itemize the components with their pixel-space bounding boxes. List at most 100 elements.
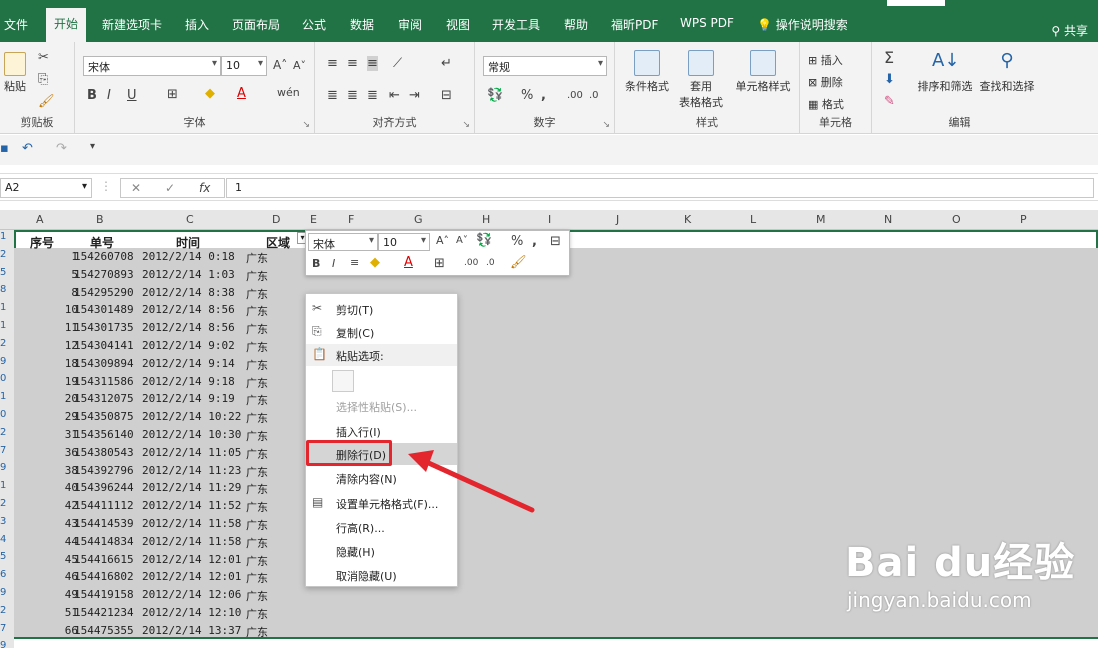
cell-order-no[interactable]: 154312075 bbox=[74, 392, 134, 405]
cell-region[interactable]: 广东 bbox=[246, 339, 268, 355]
underline-icon[interactable]: U bbox=[127, 88, 137, 103]
cell-region[interactable]: 广东 bbox=[246, 410, 268, 426]
row-header[interactable]: 3 bbox=[0, 516, 14, 527]
column-header-j[interactable]: J bbox=[616, 213, 619, 226]
sort-filter-button[interactable]: A↓ 排序和筛选 bbox=[916, 50, 974, 94]
cell-time[interactable]: 2012/2/14 8:56 bbox=[142, 321, 235, 334]
mini-font-select[interactable]: 宋体 ▾ bbox=[308, 233, 378, 251]
formula-input[interactable]: 1 bbox=[226, 178, 1094, 198]
name-box[interactable]: A2 ▾ bbox=[0, 178, 92, 198]
bold-icon[interactable]: B bbox=[312, 257, 320, 270]
cell-order-no[interactable]: 154411112 bbox=[74, 499, 134, 512]
border-icon[interactable]: ⊞ bbox=[167, 87, 178, 102]
row-header[interactable]: 9 bbox=[0, 356, 14, 367]
tab-file[interactable]: 文件 bbox=[4, 16, 28, 33]
cell-seq[interactable]: 38 bbox=[34, 464, 78, 477]
decrease-indent-icon[interactable]: ⇤ bbox=[389, 88, 400, 103]
cell-seq[interactable]: 40 bbox=[34, 481, 78, 494]
cell-time[interactable]: 2012/2/14 10:30 bbox=[142, 428, 241, 441]
customize-qat-icon[interactable]: ▾ bbox=[90, 141, 95, 152]
tab-home[interactable]: 开始 bbox=[46, 8, 87, 42]
format-painter-icon[interactable]: 🖌 bbox=[510, 255, 527, 270]
cell-region[interactable]: 广东 bbox=[246, 570, 268, 586]
fill-icon[interactable]: ⬇ bbox=[884, 72, 895, 87]
clear-icon[interactable]: ✎ bbox=[884, 94, 895, 109]
tell-me-search[interactable]: 💡 操作说明搜索 bbox=[757, 16, 848, 33]
menu-item-insert-row[interactable]: 插入行(I) bbox=[306, 420, 457, 442]
format-as-table-button[interactable]: 套用 表格格式 bbox=[673, 50, 729, 110]
column-header-c[interactable]: C bbox=[186, 213, 194, 226]
cell-region[interactable]: 广东 bbox=[246, 499, 268, 515]
cell-region[interactable]: 广东 bbox=[246, 535, 268, 551]
cell-time[interactable]: 2012/2/14 11:58 bbox=[142, 517, 241, 530]
cell-time[interactable]: 2012/2/14 9:19 bbox=[142, 392, 235, 405]
cell-time[interactable]: 2012/2/14 0:18 bbox=[142, 250, 235, 263]
dialog-launcher-icon[interactable]: ↘ bbox=[462, 120, 470, 130]
format-painter-icon[interactable]: 🖌 bbox=[38, 94, 55, 109]
align-bottom-icon[interactable]: ≡ bbox=[367, 56, 378, 71]
column-header-o[interactable]: O bbox=[952, 213, 961, 226]
decrease-decimal-icon[interactable]: .0 bbox=[486, 258, 495, 268]
increase-indent-icon[interactable]: ⇥ bbox=[409, 88, 420, 103]
row-header[interactable]: 2 bbox=[0, 338, 14, 349]
row-header[interactable]: 1 bbox=[0, 231, 14, 242]
cell-seq[interactable]: 46 bbox=[34, 570, 78, 583]
cell-order-no[interactable]: 154392796 bbox=[74, 464, 134, 477]
cell-region[interactable]: 广东 bbox=[246, 303, 268, 319]
column-header-b[interactable]: B bbox=[96, 213, 104, 226]
align-left-icon[interactable]: ≣ bbox=[327, 88, 338, 103]
number-format-select[interactable]: 常规 ▾ bbox=[483, 56, 607, 76]
cell-order-no[interactable]: 154416802 bbox=[74, 570, 134, 583]
cell-region[interactable]: 广东 bbox=[246, 428, 268, 444]
cell-order-no[interactable]: 154295290 bbox=[74, 286, 134, 299]
cell-seq[interactable]: 49 bbox=[34, 588, 78, 601]
menu-item-copy[interactable]: ⎘ 复制(C) bbox=[306, 321, 457, 343]
cell-time[interactable]: 2012/2/14 10:22 bbox=[142, 410, 241, 423]
cell-seq[interactable]: 1 bbox=[34, 250, 78, 263]
row-header[interactable]: 5 bbox=[0, 267, 14, 278]
row-header[interactable]: 7 bbox=[0, 445, 14, 456]
tab-formulas[interactable]: 公式 bbox=[302, 16, 326, 33]
align-middle-icon[interactable]: ≡ bbox=[347, 56, 358, 71]
row-header[interactable]: 4 bbox=[0, 534, 14, 545]
cell-order-no[interactable]: 154350875 bbox=[74, 410, 134, 423]
column-header-h[interactable]: H bbox=[482, 213, 490, 226]
cell-seq[interactable]: 19 bbox=[34, 375, 78, 388]
copy-icon[interactable]: ⎘ bbox=[38, 72, 48, 87]
cell-region[interactable]: 广东 bbox=[246, 268, 268, 284]
cell-region[interactable]: 广东 bbox=[246, 321, 268, 337]
column-header-i[interactable]: I bbox=[548, 213, 551, 226]
wrap-text-icon[interactable]: ↵ bbox=[441, 56, 452, 71]
tab-insert[interactable]: 插入 bbox=[185, 16, 209, 33]
cell-time[interactable]: 2012/2/14 8:56 bbox=[142, 303, 235, 316]
cell-time[interactable]: 2012/2/14 11:23 bbox=[142, 464, 241, 477]
cell-seq[interactable]: 66 bbox=[34, 624, 78, 637]
cell-region[interactable]: 广东 bbox=[246, 606, 268, 622]
cell-region[interactable]: 广东 bbox=[246, 464, 268, 480]
currency-icon[interactable]: 💱 bbox=[487, 88, 503, 103]
cell-seq[interactable]: 8 bbox=[34, 286, 78, 299]
cell-region[interactable]: 广东 bbox=[246, 588, 268, 604]
italic-icon[interactable]: I bbox=[107, 88, 111, 103]
cell-seq[interactable]: 36 bbox=[34, 446, 78, 459]
menu-item-paste-special[interactable]: 选择性粘贴(S)... bbox=[306, 395, 457, 417]
cell-time[interactable]: 2012/2/14 12:01 bbox=[142, 553, 241, 566]
tab-developer[interactable]: 开发工具 bbox=[492, 16, 540, 33]
tab-help[interactable]: 帮助 bbox=[564, 16, 588, 33]
grow-font-icon[interactable]: A˄ bbox=[436, 234, 449, 247]
column-header-d[interactable]: D bbox=[272, 213, 280, 226]
row-header[interactable]: 1 bbox=[0, 320, 14, 331]
tab-foxit[interactable]: 福昕PDF bbox=[611, 16, 658, 33]
delete-cells-button[interactable]: ⊠ 删除 bbox=[808, 74, 843, 90]
font-color-icon[interactable]: A bbox=[404, 255, 413, 270]
column-header-n[interactable]: N bbox=[884, 213, 892, 226]
cell-order-no[interactable]: 154304141 bbox=[74, 339, 134, 352]
cell-seq[interactable]: 44 bbox=[34, 535, 78, 548]
column-header-m[interactable]: M bbox=[816, 213, 826, 226]
format-cells-button[interactable]: ▦ 格式 bbox=[808, 96, 844, 112]
cell-order-no[interactable]: 154475355 bbox=[74, 624, 134, 637]
shrink-font-icon[interactable]: A˅ bbox=[456, 235, 468, 246]
menu-item-unhide[interactable]: 取消隐藏(U) bbox=[306, 564, 457, 586]
cell-region[interactable]: 广东 bbox=[246, 286, 268, 302]
cell-seq[interactable]: 18 bbox=[34, 357, 78, 370]
